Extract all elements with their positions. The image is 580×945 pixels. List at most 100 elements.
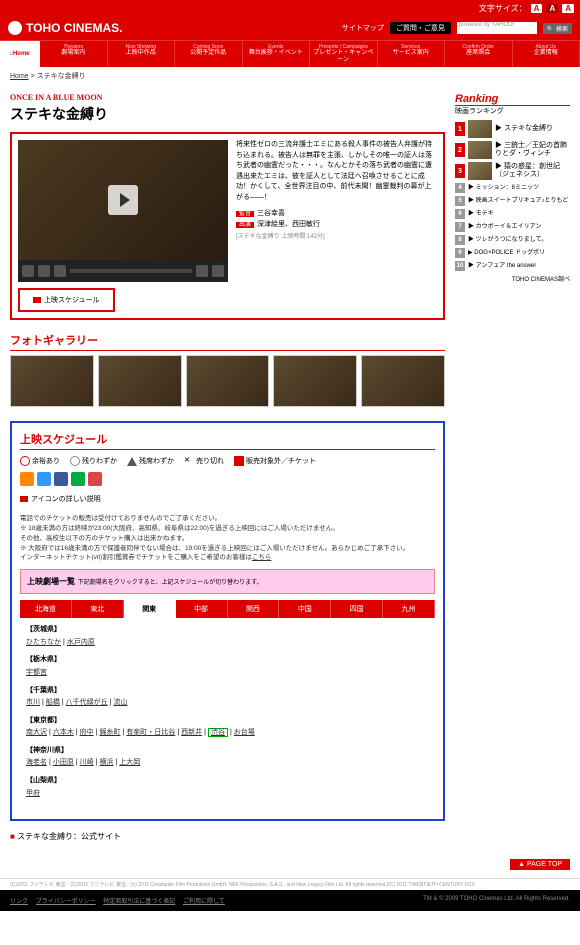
- vit-link[interactable]: こちら: [252, 554, 272, 561]
- rank-thumb: [468, 141, 492, 159]
- prev-button[interactable]: [38, 265, 50, 277]
- synopsis: 将来性ゼロの三流弁護士エミにある殺人事件の被告人弁護が持ち込まれる。被告人は無罪…: [236, 140, 437, 312]
- theater-link[interactable]: 八千代緑が丘: [66, 699, 108, 706]
- director-label: 監督: [236, 211, 254, 217]
- gallery-item[interactable]: [186, 355, 270, 407]
- sitemap-link[interactable]: サイトマップ: [342, 23, 384, 33]
- rank-item[interactable]: 2▶ 三銃士／王妃の首飾りとダ・ヴィンチ: [455, 141, 570, 159]
- rank-item[interactable]: 1▶ ステキな金縛り: [455, 120, 570, 138]
- schedule-button[interactable]: 上映スケジュール: [23, 293, 110, 307]
- region-tab-chubu[interactable]: 中部: [176, 600, 228, 618]
- theater-link[interactable]: お台場: [234, 729, 255, 736]
- theater-link[interactable]: 西新井: [181, 729, 202, 736]
- icon-legend-button[interactable]: アイコンの詳しい説明: [20, 494, 101, 504]
- rank-item[interactable]: 7▶ カウボーイ＆エイリアン: [455, 222, 570, 232]
- nav-events[interactable]: Events舞台挨拶・イベント: [243, 41, 311, 67]
- footer-link[interactable]: 特定商取引法に基づく表記: [103, 899, 175, 905]
- theater-link[interactable]: 甲府: [26, 790, 40, 797]
- nav-theaters[interactable]: Theaters劇場案内: [40, 41, 108, 67]
- pref-name: 【茨城県】: [26, 624, 429, 637]
- nav-services[interactable]: Servicesサービス案内: [378, 41, 446, 67]
- nav-home[interactable]: ⌂ Home: [0, 41, 40, 67]
- twitter-icon[interactable]: [37, 472, 51, 486]
- nav-confirm[interactable]: Confirm Order座席照会: [445, 41, 513, 67]
- feature-box: 上映スケジュール 将来性ゼロの三流弁護士エミにある殺人事件の被告人弁護が持ち込ま…: [10, 132, 445, 320]
- region-tab-hokkaido[interactable]: 北海道: [20, 600, 72, 618]
- director-name: 三谷幸喜: [257, 210, 285, 217]
- theater-link[interactable]: 川崎: [80, 759, 94, 766]
- region-tab-kansai[interactable]: 関西: [228, 600, 280, 618]
- breadcrumb-home[interactable]: Home: [10, 73, 29, 80]
- logo[interactable]: TOHO CINEMAS.: [8, 21, 122, 35]
- theater-link[interactable]: 渋谷: [208, 728, 228, 737]
- theater-link[interactable]: 水戸内原: [67, 639, 95, 646]
- theater-link[interactable]: 流山: [113, 699, 127, 706]
- video-screen[interactable]: [18, 140, 228, 260]
- rank-text: ▶ ミッション：8ミニッツ: [468, 185, 570, 192]
- region-tab-chugoku[interactable]: 中国: [279, 600, 331, 618]
- footer-link[interactable]: プライバシーポリシー: [36, 899, 96, 905]
- progress-bar[interactable]: [70, 269, 192, 273]
- theater-link[interactable]: 錦糸町: [99, 729, 120, 736]
- nav-now-showing[interactable]: Now Showing上映中作品: [108, 41, 176, 67]
- theater-links: 南大沢|六本木|府中|錦糸町|有楽町・日比谷|西新井|渋谷|お台場: [26, 727, 429, 740]
- theater-link[interactable]: 市川: [26, 699, 40, 706]
- rss-icon[interactable]: [20, 472, 34, 486]
- rank-thumb: [468, 162, 492, 180]
- rank-item[interactable]: 8▶ ツレがうつになりまして。: [455, 235, 570, 245]
- theater-link[interactable]: 府中: [80, 729, 94, 736]
- region-tab-kanto[interactable]: 関東: [124, 600, 176, 618]
- nav-coming-soon[interactable]: Coming Soon公開予定作品: [175, 41, 243, 67]
- official-site-link[interactable]: ステキな金縛り：公式サイト: [10, 831, 445, 842]
- volume-button[interactable]: [212, 265, 224, 277]
- nav-campaigns[interactable]: Presents / Campaignsプレゼント・キャンペーン: [310, 41, 378, 67]
- hatena-icon[interactable]: [71, 472, 85, 486]
- video-controls: [18, 260, 228, 282]
- nav-about[interactable]: About Us企業情報: [513, 41, 580, 67]
- theater-link[interactable]: 宇都宮: [26, 669, 47, 676]
- search-button[interactable]: 🔍 検索: [543, 23, 572, 34]
- rank-item[interactable]: 6▶ モテキ: [455, 209, 570, 219]
- theater-link[interactable]: 六本木: [53, 729, 74, 736]
- rank-num: 2: [455, 143, 465, 157]
- theater-link[interactable]: 横浜: [99, 759, 113, 766]
- gallery-item[interactable]: [98, 355, 182, 407]
- fullscreen-button[interactable]: [196, 265, 208, 277]
- gallery-item[interactable]: [361, 355, 445, 407]
- inquiry-link[interactable]: ご質問・ご意見: [390, 22, 451, 34]
- breadcrumb: Home > ステキな金縛り: [0, 67, 580, 85]
- font-size-large[interactable]: A: [562, 4, 574, 13]
- search-input[interactable]: powered by YAHOO!: [457, 22, 537, 34]
- gallery-item[interactable]: [10, 355, 94, 407]
- ranking-more[interactable]: TOHO CINEMAS調べ: [455, 274, 570, 283]
- footer-link[interactable]: リンク: [10, 899, 28, 905]
- theater-link[interactable]: 南大沢: [26, 729, 47, 736]
- font-size-small[interactable]: A: [531, 4, 543, 13]
- region-tab-shikoku[interactable]: 四国: [331, 600, 383, 618]
- footer-link[interactable]: ご利用に際して: [183, 899, 225, 905]
- stop-button[interactable]: [54, 265, 66, 277]
- theater-links: 宇都宮: [26, 667, 429, 680]
- theater-link[interactable]: 上大岡: [119, 759, 140, 766]
- rank-item[interactable]: 3▶ 猿の惑星：創世記（ジェネシス）: [455, 162, 570, 180]
- facebook-icon[interactable]: [54, 472, 68, 486]
- region-tab-kyushu[interactable]: 九州: [383, 600, 435, 618]
- theater-link[interactable]: 船橋: [46, 699, 60, 706]
- rank-item[interactable]: 9▶ DOG×POLICE ドッグポリ: [455, 248, 570, 258]
- gallery-item[interactable]: [273, 355, 357, 407]
- share-icon[interactable]: [88, 472, 102, 486]
- theater-link[interactable]: 海老名: [26, 759, 47, 766]
- play-button[interactable]: [22, 265, 34, 277]
- theater-link[interactable]: 小田原: [53, 759, 74, 766]
- notice-box: 電話でのチケットの販売は受付けておりませんのでご了承ください。 ※ 18歳未満の…: [20, 514, 435, 563]
- rank-item[interactable]: 10▶ アンフェア the answer: [455, 261, 570, 271]
- rank-text: ▶ カウボーイ＆エイリアン: [468, 224, 570, 231]
- region-tab-tohoku[interactable]: 東北: [72, 600, 124, 618]
- rank-item[interactable]: 5▶ 映画スイートプリキュア♪とりもど: [455, 196, 570, 206]
- theater-link[interactable]: 有楽町・日比谷: [126, 729, 175, 736]
- font-size-med[interactable]: A: [546, 4, 558, 13]
- rank-item[interactable]: 4▶ ミッション：8ミニッツ: [455, 183, 570, 193]
- pagetop-button[interactable]: ▲ PAGE TOP: [510, 859, 570, 870]
- play-icon[interactable]: [108, 185, 138, 215]
- theater-link[interactable]: ひたちなか: [26, 639, 61, 646]
